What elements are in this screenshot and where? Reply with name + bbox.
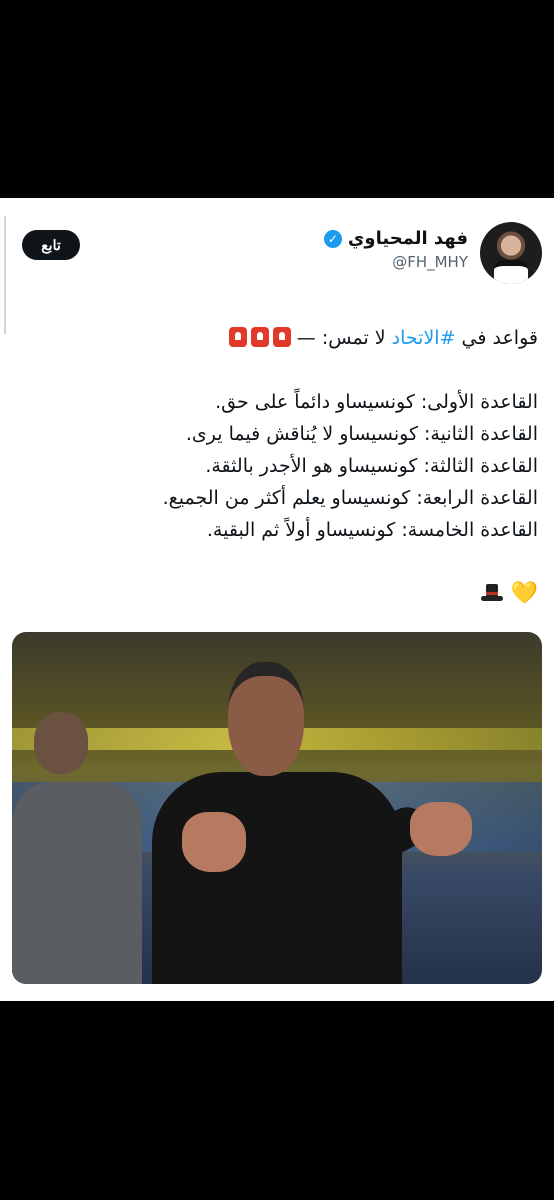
background-person bbox=[12, 702, 152, 984]
scrollbar[interactable] bbox=[4, 216, 6, 334]
siren-icon bbox=[228, 327, 247, 347]
rule-line: القاعدة الرابعة: كونسيساو يعلم أكثر من ا… bbox=[162, 487, 538, 509]
tweet-photo[interactable] bbox=[12, 632, 542, 984]
tweet-headline: قواعد في #الاتحاد لا تمس: — bbox=[16, 322, 538, 354]
avatar-shirt bbox=[494, 260, 528, 284]
author-info[interactable]: فهد المحياوي ✓ @FH_MHY bbox=[323, 228, 468, 271]
tweet-header: فهد المحياوي ✓ @FH_MHY تابع bbox=[12, 222, 542, 288]
coach-figure bbox=[142, 662, 472, 984]
top-hat-icon bbox=[480, 584, 504, 602]
hashtag-link[interactable]: #الاتحاد bbox=[392, 327, 456, 349]
siren-icon bbox=[272, 327, 291, 347]
author-name-row: فهد المحياوي ✓ bbox=[323, 228, 468, 249]
yellow-heart-icon: 💛 bbox=[510, 581, 538, 606]
author-display-name[interactable]: فهد المحياوي bbox=[348, 228, 468, 249]
avatar[interactable] bbox=[480, 222, 542, 284]
tweet-card: فهد المحياوي ✓ @FH_MHY تابع قواعد في #ال… bbox=[0, 198, 554, 1001]
follow-button[interactable]: تابع bbox=[22, 230, 80, 260]
rule-line: القاعدة الثانية: كونسيساو لا يُناقش فيما… bbox=[185, 423, 538, 445]
siren-icon bbox=[250, 327, 269, 347]
rule-line: القاعدة الخامسة: كونسيساو أولاً ثم البقي… bbox=[206, 519, 538, 541]
rule-line: القاعدة الثالثة: كونسيساو هو الأجدر بالث… bbox=[205, 455, 538, 477]
headline-prefix: قواعد في bbox=[455, 327, 538, 349]
tweet-text: قواعد في #الاتحاد لا تمس: — القاعدة الأو… bbox=[16, 322, 538, 610]
rule-line: القاعدة الأولى: كونسيساو دائماً على حق. bbox=[215, 391, 538, 413]
headline-suffix: لا تمس: bbox=[321, 327, 392, 349]
headline-dash: — bbox=[296, 327, 316, 349]
author-handle[interactable]: @FH_MHY bbox=[324, 253, 468, 271]
verified-badge-icon: ✓ bbox=[323, 229, 342, 248]
emoji-line: 💛 bbox=[16, 578, 538, 610]
